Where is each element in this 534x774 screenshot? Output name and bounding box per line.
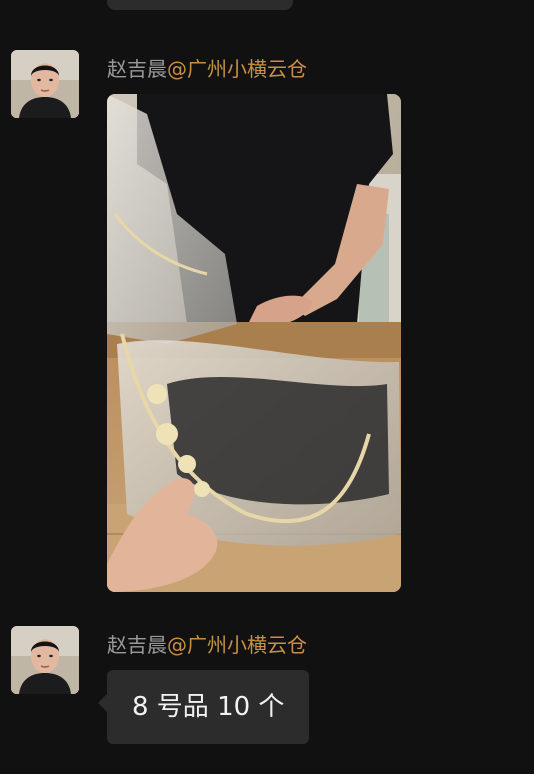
avatar[interactable] bbox=[11, 50, 79, 118]
sender-tag[interactable]: @广州小横云仓 bbox=[167, 57, 307, 81]
sender-name[interactable]: 赵吉晨 bbox=[107, 57, 167, 81]
photo-image bbox=[107, 94, 401, 592]
sender-tag[interactable]: @广州小横云仓 bbox=[167, 633, 307, 657]
sender-line: 赵吉晨@广州小横云仓 bbox=[107, 631, 307, 659]
previous-message-bubble[interactable] bbox=[107, 0, 293, 10]
sender-name[interactable]: 赵吉晨 bbox=[107, 633, 167, 657]
avatar-person-image bbox=[11, 626, 79, 694]
avatar-person-image bbox=[11, 50, 79, 118]
message-photo[interactable] bbox=[107, 94, 401, 592]
avatar[interactable] bbox=[11, 626, 79, 694]
sender-line: 赵吉晨@广州小横云仓 bbox=[107, 55, 307, 83]
message-text-bubble[interactable]: 8 号品 10 个 bbox=[97, 670, 310, 744]
